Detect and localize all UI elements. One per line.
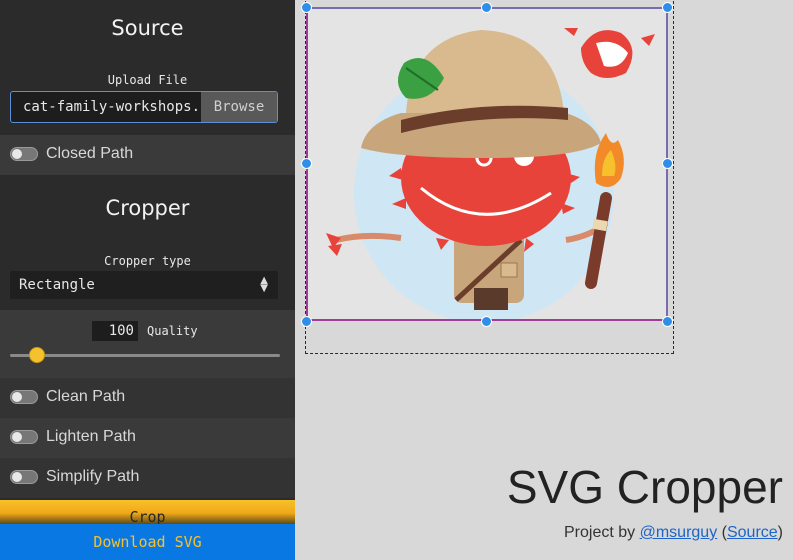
simplify-path-label: Simplify Path — [46, 468, 140, 485]
toggle-knob — [12, 432, 22, 442]
lighten-path-toggle[interactable] — [10, 430, 38, 444]
source-link[interactable]: Source — [727, 524, 778, 541]
sidebar: Source Upload File cat-family-workshops.… — [0, 0, 295, 560]
clean-path-toggle[interactable] — [10, 390, 38, 404]
closed-path-label: Closed Path — [46, 145, 134, 162]
app-title: SVG Cropper — [506, 461, 783, 513]
cropper-title: Cropper — [105, 196, 190, 220]
crop-rectangle[interactable] — [306, 7, 668, 321]
lighten-path-label: Lighten Path — [46, 428, 136, 445]
select-arrows-icon: ▲ ▼ — [260, 275, 268, 294]
toggle-knob — [12, 392, 22, 402]
quality-slider-track[interactable] — [10, 354, 280, 357]
crop-handle-middle-right[interactable] — [662, 158, 673, 169]
crop-handle-bottom-left[interactable] — [301, 316, 312, 327]
simplify-path-row[interactable]: Simplify Path — [0, 458, 295, 498]
project-credit: Project by @msurguy (Source) — [564, 524, 783, 542]
quality-input[interactable]: 100 — [92, 321, 138, 341]
quality-slider-thumb[interactable] — [29, 347, 45, 363]
closed-path-toggle[interactable] — [10, 147, 38, 161]
author-link[interactable]: @msurguy — [640, 524, 718, 541]
crop-handle-bottom-right[interactable] — [662, 316, 673, 327]
upload-file-label: Upload File — [107, 73, 188, 87]
clean-path-row[interactable]: Clean Path — [0, 378, 295, 418]
credit-open-paren: ( — [717, 524, 727, 541]
cropper-type-select[interactable]: Rectangle ▲ ▼ — [10, 271, 278, 299]
browse-button[interactable]: Browse — [201, 92, 277, 122]
crop-handle-bottom-middle[interactable] — [481, 316, 492, 327]
credit-prefix: Project by — [564, 524, 640, 541]
file-name-text: cat-family-workshops.s — [23, 99, 203, 115]
canvas-area: SVG Cropper Project by @msurguy (Source) — [296, 0, 793, 560]
simplify-path-toggle[interactable] — [10, 470, 38, 484]
lighten-path-row[interactable]: Lighten Path — [0, 418, 295, 458]
toggle-knob — [12, 472, 22, 482]
clean-path-label: Clean Path — [46, 388, 126, 405]
cropper-type-label: Cropper type — [104, 254, 191, 268]
crop-handle-top-right[interactable] — [662, 2, 673, 13]
credit-close-paren: ) — [777, 524, 783, 541]
closed-path-row[interactable]: Closed Path — [0, 135, 295, 175]
toggle-knob — [12, 149, 22, 159]
quality-panel: 100 Quality — [0, 310, 295, 378]
crop-handle-middle-left[interactable] — [301, 158, 312, 169]
cropper-type-value: Rectangle — [19, 277, 95, 293]
download-svg-button[interactable]: Download SVG — [0, 524, 295, 560]
quality-label: Quality — [147, 324, 198, 338]
crop-button[interactable]: Crop — [0, 500, 295, 524]
source-title: Source — [111, 16, 184, 40]
file-upload-input[interactable]: cat-family-workshops.s Browse — [10, 91, 278, 123]
crop-handle-top-left[interactable] — [301, 2, 312, 13]
crop-handle-top-middle[interactable] — [481, 2, 492, 13]
